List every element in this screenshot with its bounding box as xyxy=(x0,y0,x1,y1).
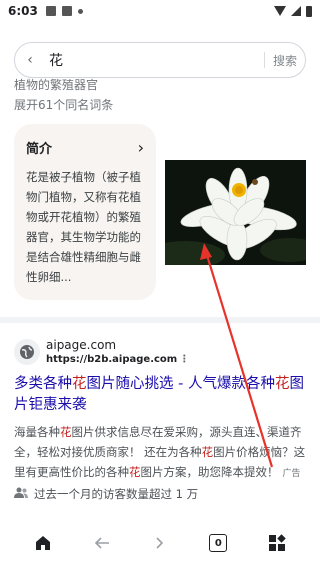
title-part: 多类各种 xyxy=(14,376,72,392)
apps-button[interactable] xyxy=(257,523,297,563)
result-url-text: https://b2b.aipage.com xyxy=(46,354,178,365)
desc-part: 海量各种 xyxy=(14,425,60,439)
desc-highlight: 花 xyxy=(129,465,141,479)
forward-button[interactable] xyxy=(140,523,180,563)
intro-card-title: 简介 xyxy=(26,142,53,157)
apps-icon xyxy=(268,534,286,551)
water-lily-illustration xyxy=(165,160,306,265)
bottom-nav: 0 xyxy=(0,518,320,568)
status-right xyxy=(274,5,312,17)
title-highlight: 花 xyxy=(72,376,87,392)
globe-icon xyxy=(14,339,40,365)
chevron-left-icon[interactable]: ‹ xyxy=(15,52,45,68)
chevron-right-icon[interactable]: › xyxy=(138,138,144,157)
image-icon xyxy=(61,6,72,16)
forward-arrow-icon xyxy=(156,537,164,549)
tabs-button[interactable]: 0 xyxy=(198,523,238,563)
result-description: 海量各种花图片供求信息尽在爱采购，源头直连、渠道齐全，轻松对接优质商家！ 还在为… xyxy=(14,422,310,484)
search-bar[interactable]: ‹ 花 搜索 xyxy=(14,42,306,78)
result-site-name: aipage.com xyxy=(46,338,117,352)
visitor-stat-text: 过去一个月的访客数量超过 1 万 xyxy=(34,487,199,501)
signal-icon xyxy=(291,6,301,16)
title-highlight: 花 xyxy=(274,376,290,392)
result-title-link[interactable]: 多类各种花图片随心挑选 - 人气爆款各种花图片钜惠来袭 xyxy=(14,374,310,416)
battery-icon xyxy=(306,5,312,17)
intro-card-header: 简介 › xyxy=(26,138,144,157)
result-site-url: https://b2b.aipage.com ⋮ xyxy=(46,353,189,366)
snippet-text: 植物的繁殖器官 xyxy=(14,78,99,92)
result-site-row[interactable]: aipage.com https://b2b.aipage.com ⋮ xyxy=(14,338,310,366)
search-input[interactable]: 花 xyxy=(45,50,264,70)
intro-card[interactable]: 简介 › 花是被子植物（被子植物门植物，又称有花植物或开花植物）的繁殖器官，其生… xyxy=(14,124,156,300)
wifi-icon xyxy=(274,6,286,16)
desc-highlight: 花 xyxy=(201,445,214,459)
ad-label: 广告 xyxy=(282,469,301,479)
dot-icon xyxy=(77,8,83,14)
desc-part: 图片方案，助您降本提效！ xyxy=(140,465,279,479)
status-time: 6:03 xyxy=(8,4,38,18)
back-arrow-icon xyxy=(94,537,109,549)
status-bar: 6:03 xyxy=(0,0,320,22)
result-site-info: aipage.com https://b2b.aipage.com ⋮ xyxy=(46,338,189,366)
expand-entries-link[interactable]: 展开61个同名词条 xyxy=(14,96,113,113)
people-icon xyxy=(14,487,28,502)
intro-card-body: 花是被子植物（被子植物门植物，又称有花植物或开花植物）的繁殖器官，其生物学功能的… xyxy=(26,170,141,284)
visitor-stat: 过去一个月的访客数量超过 1 万 xyxy=(14,486,310,502)
search-result[interactable]: aipage.com https://b2b.aipage.com ⋮ 多类各种花… xyxy=(14,338,310,502)
title-part: 图片随心挑选 - 人气爆款各种 xyxy=(86,376,275,392)
search-button[interactable]: 搜索 xyxy=(265,52,305,69)
home-button[interactable] xyxy=(23,523,63,563)
section-separator xyxy=(0,317,320,323)
back-button[interactable] xyxy=(82,523,122,563)
flower-image[interactable] xyxy=(165,160,306,265)
home-icon xyxy=(36,536,51,550)
tabs-icon: 0 xyxy=(209,534,228,552)
desc-highlight: 花 xyxy=(60,425,72,439)
more-options-icon[interactable]: ⋮ xyxy=(179,354,189,365)
photo-icon xyxy=(45,6,56,16)
